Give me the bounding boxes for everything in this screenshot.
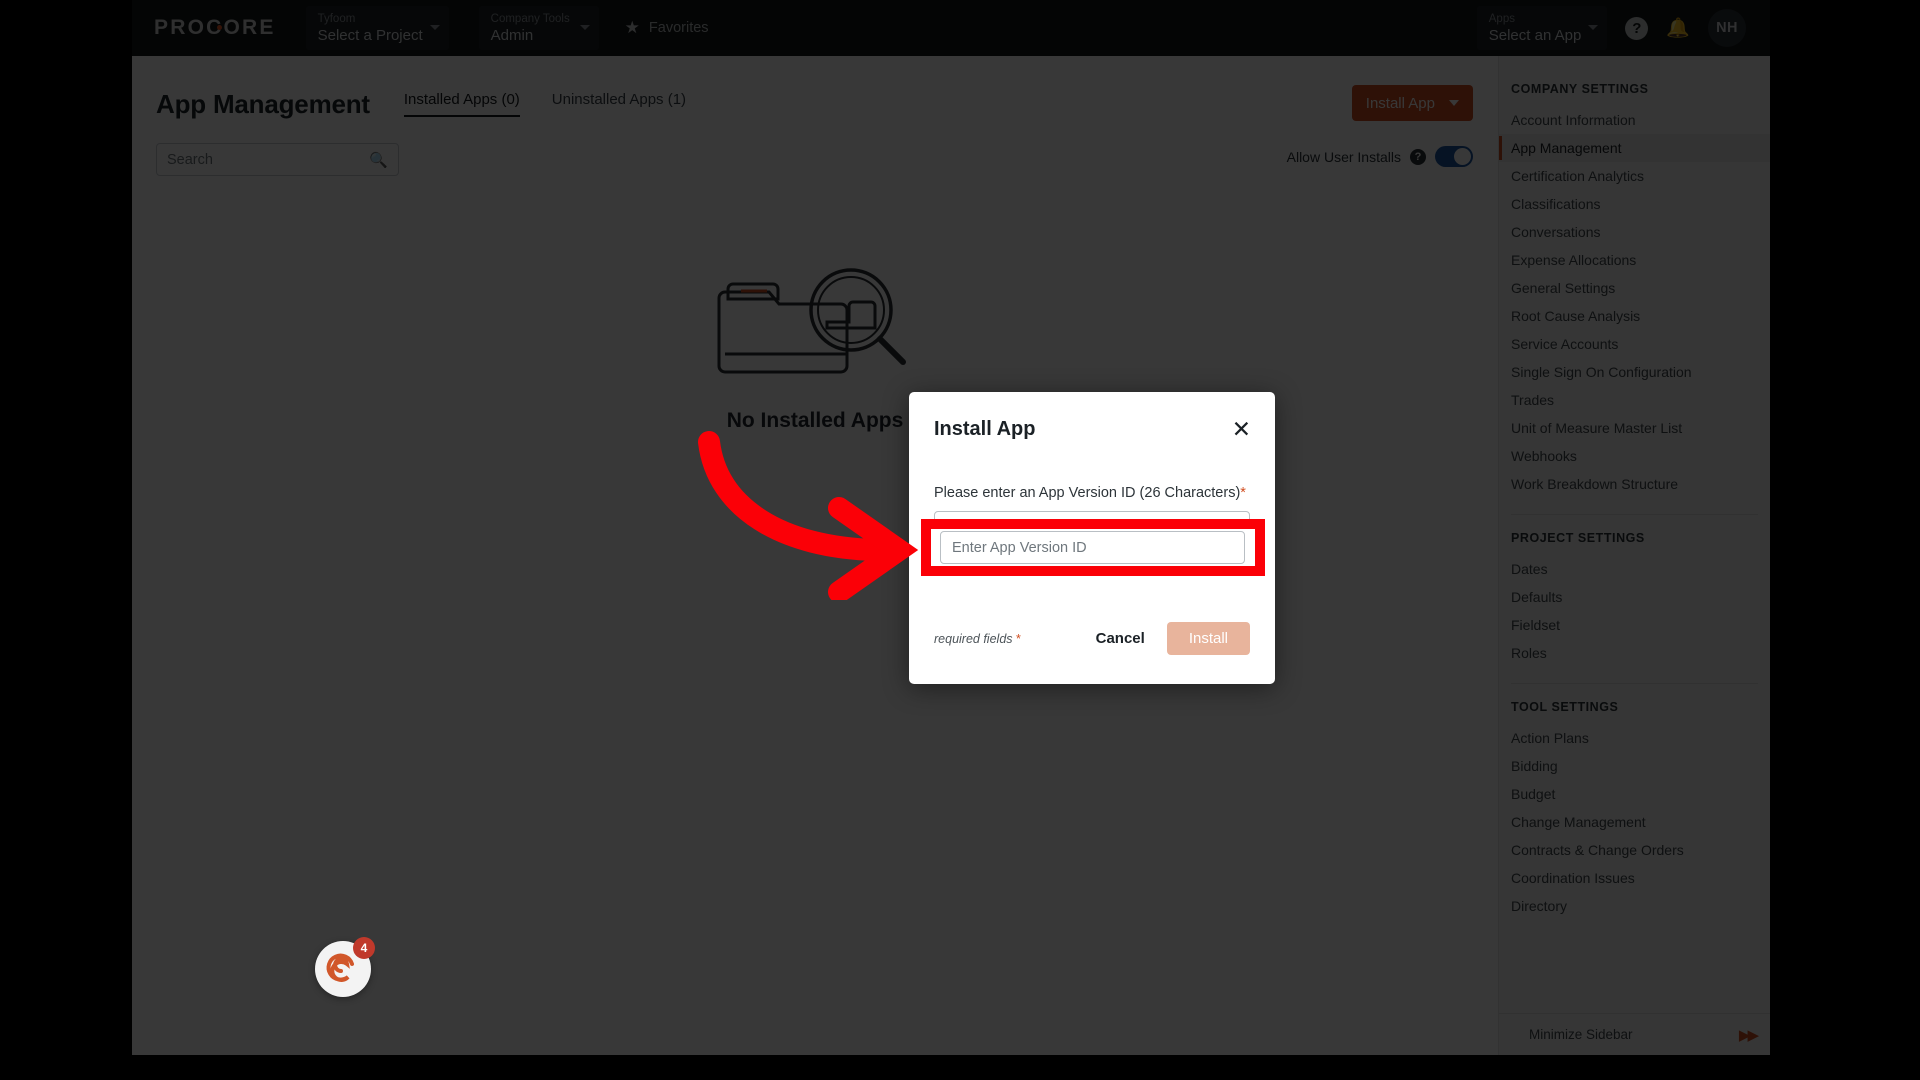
- logo-dot-icon: [217, 25, 222, 30]
- close-icon[interactable]: ✕: [1232, 418, 1251, 441]
- search-input[interactable]: Search 🔍: [156, 143, 399, 176]
- page-header: App Management Installed Apps (0) Uninst…: [132, 56, 1498, 120]
- settings-sidebar: COMPANY SETTINGS Account Information App…: [1498, 56, 1770, 1055]
- project-selector-value: Select a Project: [317, 26, 423, 44]
- screenshot-root: PROCORE Tyfoom Select a Project Company …: [0, 0, 1920, 1080]
- sidebar-item-work-breakdown-structure[interactable]: Work Breakdown Structure: [1499, 470, 1770, 498]
- cancel-button[interactable]: Cancel: [1096, 630, 1145, 647]
- install-app-button-label: Install App: [1365, 94, 1435, 112]
- toolbar: Search 🔍 Allow User Installs ?: [132, 143, 1498, 177]
- sidebar-item-coordination-issues[interactable]: Coordination Issues: [1499, 864, 1770, 892]
- folder-magnifier-icon: [717, 268, 906, 374]
- install-app-button[interactable]: Install App: [1351, 85, 1473, 121]
- highlighted-app-version-id-input[interactable]: Enter App Version ID: [940, 531, 1245, 564]
- apps-selector[interactable]: Apps Select an App: [1476, 6, 1608, 50]
- chevron-down-icon: [579, 25, 590, 30]
- sidebar-item-bidding[interactable]: Bidding: [1499, 752, 1770, 780]
- avatar[interactable]: NH: [1708, 9, 1746, 47]
- required-fields-star: *: [1016, 631, 1021, 646]
- sidebar-item-defaults[interactable]: Defaults: [1499, 583, 1770, 611]
- sidebar-item-contracts-change-orders[interactable]: Contracts & Change Orders: [1499, 836, 1770, 864]
- sidebar-item-certification-analytics[interactable]: Certification Analytics: [1499, 162, 1770, 190]
- allow-user-installs-group: Allow User Installs ?: [1287, 146, 1473, 167]
- favorites-button[interactable]: ★ Favorites: [625, 18, 709, 38]
- sidebar-item-webhooks[interactable]: Webhooks: [1499, 442, 1770, 470]
- empty-state: No Installed Apps: [132, 266, 1498, 441]
- chat-badge: 4: [353, 937, 375, 959]
- favorites-label: Favorites: [648, 20, 709, 36]
- highlighted-input-placeholder: Enter App Version ID: [952, 539, 1087, 556]
- modal-footer: required fields * Cancel Install: [909, 622, 1275, 655]
- app-version-id-label-text: Please enter an App Version ID (26 Chara…: [934, 485, 1241, 501]
- required-fields-note: required fields *: [934, 632, 1021, 646]
- sidebar-section-header-company: COMPANY SETTINGS: [1511, 82, 1649, 96]
- required-marker: *: [1240, 485, 1246, 501]
- apps-selector-value: Select an App: [1488, 26, 1582, 44]
- sidebar-item-expense-allocations[interactable]: Expense Allocations: [1499, 246, 1770, 274]
- sidebar-item-fieldset[interactable]: Fieldset: [1499, 611, 1770, 639]
- sidebar-item-dates[interactable]: Dates: [1499, 555, 1770, 583]
- chat-widget-button[interactable]: 4: [315, 937, 375, 997]
- sidebar-item-general-settings[interactable]: General Settings: [1499, 274, 1770, 302]
- chevron-down-icon: [1588, 25, 1599, 30]
- tab-bar: Installed Apps (0) Uninstalled Apps (1): [403, 91, 686, 120]
- required-fields-note-text: required fields: [934, 631, 1013, 646]
- project-selector-label: Tyfoom: [317, 12, 356, 25]
- sidebar-divider: [1511, 683, 1758, 684]
- chevron-down-icon[interactable]: [1449, 100, 1459, 106]
- modal-title: Install App: [934, 418, 1036, 440]
- sidebar-item-service-accounts[interactable]: Service Accounts: [1499, 330, 1770, 358]
- tab-uninstalled-apps[interactable]: Uninstalled Apps (1): [552, 91, 686, 117]
- tab-installed-apps[interactable]: Installed Apps (0): [403, 91, 520, 117]
- sidebar-item-account-information[interactable]: Account Information: [1499, 106, 1770, 134]
- sidebar-item-single-sign-on-configuration[interactable]: Single Sign On Configuration: [1499, 358, 1770, 386]
- project-selector[interactable]: Tyfoom Select a Project: [305, 6, 449, 50]
- app-version-id-label: Please enter an App Version ID (26 Chara…: [934, 485, 1250, 501]
- allow-user-installs-label: Allow User Installs: [1286, 148, 1401, 165]
- install-submit-button: Install: [1166, 622, 1250, 655]
- sidebar-item-unit-of-measure-master-list[interactable]: Unit of Measure Master List: [1499, 414, 1770, 442]
- chevron-down-icon: [429, 25, 440, 30]
- procore-logo-text: PROCORE: [154, 16, 276, 39]
- allow-user-installs-toggle[interactable]: [1435, 146, 1473, 167]
- sidebar-item-roles[interactable]: Roles: [1499, 639, 1770, 667]
- company-tools-label: Company Tools: [490, 12, 570, 25]
- sidebar-item-conversations[interactable]: Conversations: [1499, 218, 1770, 246]
- apps-selector-label: Apps: [1488, 12, 1515, 25]
- red-arrow-annotation: [698, 431, 919, 600]
- company-tools-value: Admin: [490, 26, 534, 44]
- sidebar-item-app-management[interactable]: App Management: [1499, 134, 1770, 162]
- sidebar-item-trades[interactable]: Trades: [1499, 386, 1770, 414]
- minimize-sidebar-button[interactable]: Minimize Sidebar ▶▶: [1499, 1013, 1770, 1055]
- sidebar-section-header-project: PROJECT SETTINGS: [1511, 531, 1645, 545]
- company-tools-selector[interactable]: Company Tools Admin: [478, 6, 599, 50]
- star-icon: ★: [624, 18, 640, 37]
- sidebar-item-budget[interactable]: Budget: [1499, 780, 1770, 808]
- sidebar-item-root-cause-analysis[interactable]: Root Cause Analysis: [1499, 302, 1770, 330]
- help-circle-icon[interactable]: ?: [1410, 148, 1426, 165]
- sidebar-item-change-management[interactable]: Change Management: [1499, 808, 1770, 836]
- double-chevron-right-icon: ▶▶: [1738, 1026, 1759, 1044]
- top-navigation-bar: PROCORE Tyfoom Select a Project Company …: [132, 0, 1770, 56]
- sidebar-item-action-plans[interactable]: Action Plans: [1499, 724, 1770, 752]
- modal-header: Install App ✕: [909, 392, 1275, 441]
- minimize-sidebar-label: Minimize Sidebar: [1529, 1027, 1633, 1042]
- search-icon[interactable]: 🔍: [369, 151, 388, 169]
- sidebar-item-directory[interactable]: Directory: [1499, 892, 1770, 920]
- page-title: App Management: [156, 89, 370, 119]
- help-circle-icon[interactable]: ?: [1625, 16, 1649, 40]
- procore-logo[interactable]: PROCORE: [154, 16, 276, 40]
- sidebar-item-classifications[interactable]: Classifications: [1499, 190, 1770, 218]
- toggle-knob: [1454, 148, 1471, 165]
- app-viewport: PROCORE Tyfoom Select a Project Company …: [132, 0, 1770, 1055]
- sidebar-divider: [1511, 514, 1758, 515]
- topnav-right-group: Apps Select an App ? 🔔 NH: [1447, 6, 1770, 50]
- search-input-placeholder: Search: [167, 151, 213, 168]
- sidebar-section-header-tool: TOOL SETTINGS: [1511, 700, 1619, 714]
- bell-icon[interactable]: 🔔: [1666, 16, 1690, 40]
